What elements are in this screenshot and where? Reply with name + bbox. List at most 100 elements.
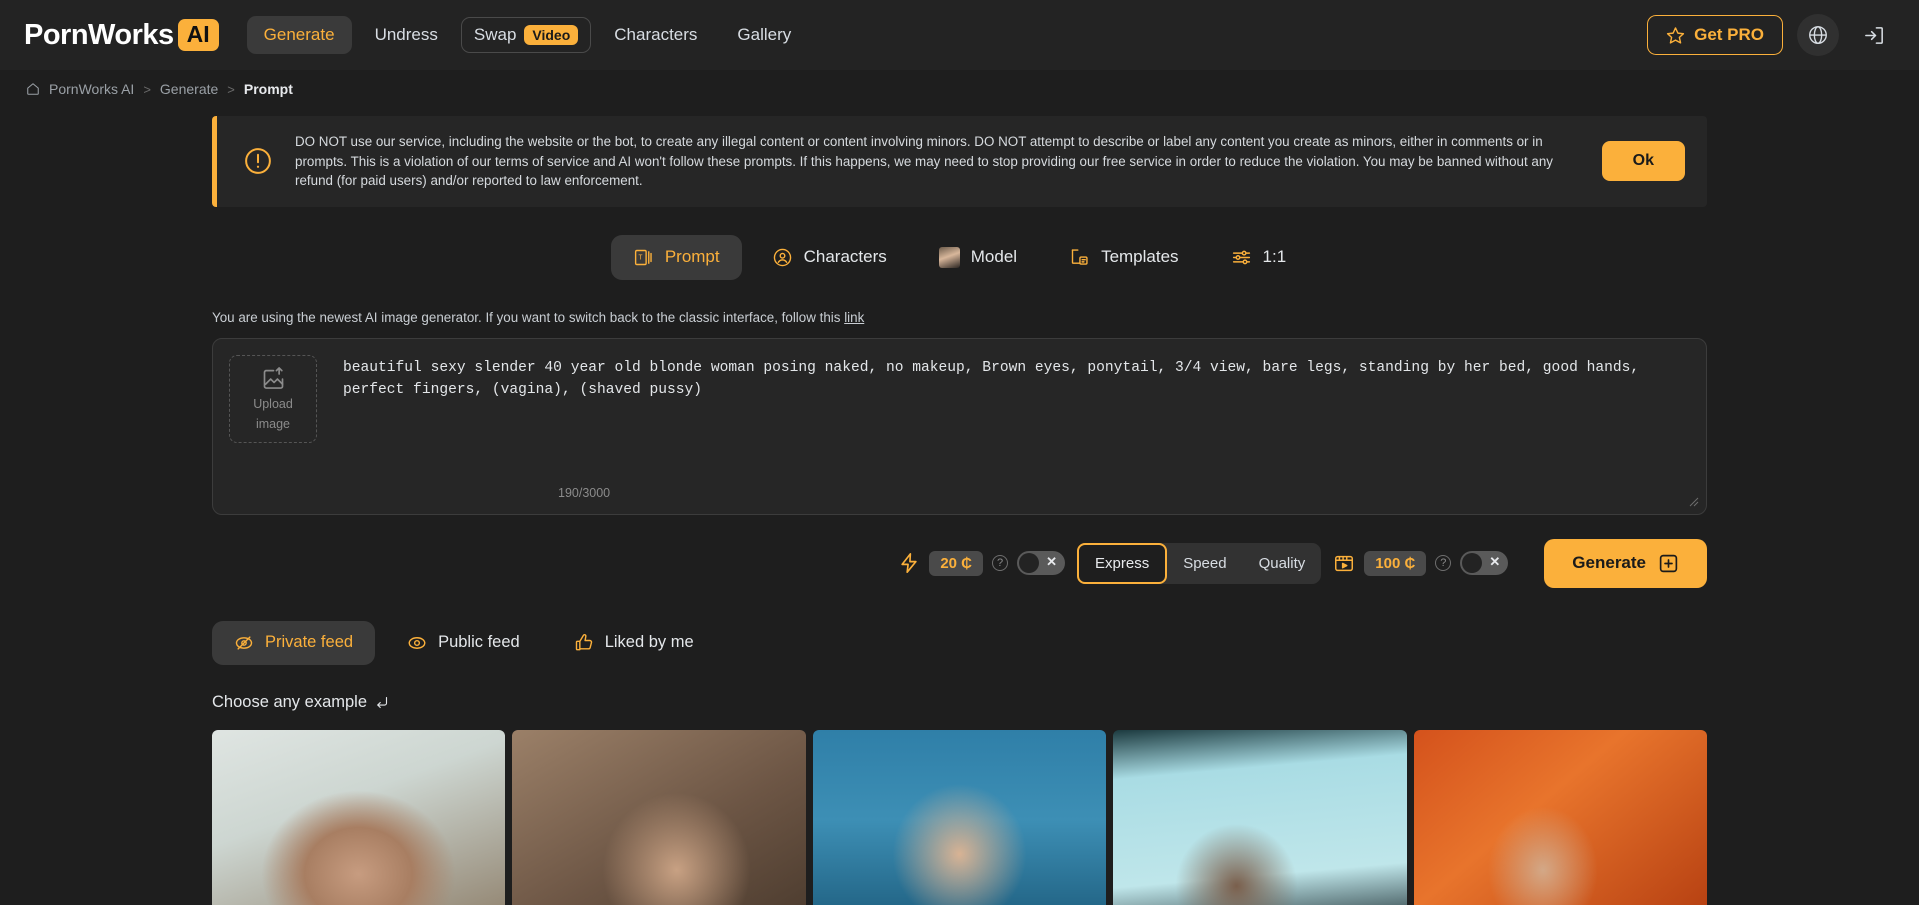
generate-button[interactable]: Generate bbox=[1544, 538, 1707, 588]
video-credit-group: 100 ₵ ? ✕ bbox=[1333, 550, 1509, 576]
quality-mode-quality[interactable]: Quality bbox=[1243, 545, 1322, 582]
prompt-input[interactable]: beautiful sexy slender 40 year old blond… bbox=[343, 355, 1690, 498]
feed-tab-liked[interactable]: Liked by me bbox=[552, 621, 716, 665]
get-pro-label: Get PRO bbox=[1694, 25, 1764, 44]
login-button[interactable] bbox=[1853, 14, 1895, 56]
nav-label-characters: Characters bbox=[614, 25, 698, 44]
tab-characters[interactable]: Characters bbox=[750, 235, 909, 280]
tab-label-templates: Templates bbox=[1101, 247, 1179, 267]
feed-tabs: Private feed Public feed Liked by me bbox=[212, 620, 1707, 665]
warning-ok-button[interactable]: Ok bbox=[1601, 141, 1685, 182]
image-credit-group: 20 ₵ ? ✕ bbox=[898, 550, 1066, 576]
feed-tab-public[interactable]: Public feed bbox=[385, 621, 542, 665]
logo-badge: AI bbox=[177, 19, 219, 51]
feed-tab-private[interactable]: Private feed bbox=[212, 620, 376, 665]
choose-example-label: Choose any example bbox=[212, 692, 368, 711]
tab-prompt[interactable]: T Prompt bbox=[610, 234, 742, 280]
feed-label-private: Private feed bbox=[265, 633, 354, 652]
upload-label-line1: Upload bbox=[253, 396, 293, 411]
warning-banner: DO NOT use our service, including the we… bbox=[212, 116, 1707, 207]
quality-mode-express[interactable]: Express bbox=[1077, 542, 1168, 584]
generate-label: Generate bbox=[1572, 553, 1646, 573]
image-upload-icon bbox=[260, 365, 287, 392]
example-thumbnail-2[interactable] bbox=[512, 729, 806, 905]
breadcrumb-item-prompt: Prompt bbox=[243, 81, 293, 97]
nav-label-swap: Swap bbox=[473, 25, 517, 44]
svg-text:T: T bbox=[638, 254, 642, 262]
user-circle-icon bbox=[772, 247, 793, 268]
arrow-down-right-icon bbox=[374, 695, 389, 710]
tab-model[interactable]: Model bbox=[917, 235, 1039, 280]
character-counter: 190/3000 bbox=[558, 485, 611, 500]
breadcrumb-item-home[interactable]: PornWorks AI bbox=[49, 81, 134, 97]
choose-example-heading: Choose any example bbox=[212, 693, 1707, 712]
nav-item-gallery[interactable]: Gallery bbox=[720, 16, 808, 54]
feed-label-public: Public feed bbox=[438, 633, 520, 652]
image-credit-cost: 20 ₵ bbox=[929, 550, 984, 576]
toggle-knob bbox=[1462, 553, 1483, 574]
main-nav: Generate Undress Swap Video Characters G… bbox=[246, 16, 809, 54]
toggle-off-mark: ✕ bbox=[1046, 554, 1058, 570]
quality-mode-selector: Express Speed Quality bbox=[1077, 542, 1322, 584]
nav-label-gallery: Gallery bbox=[737, 25, 792, 44]
tab-aspect-ratio[interactable]: 1:1 bbox=[1209, 235, 1309, 280]
eye-off-icon bbox=[234, 633, 254, 653]
tab-label-model: Model bbox=[970, 247, 1018, 267]
example-thumbnail-5[interactable] bbox=[1413, 729, 1708, 905]
video-credit-help-icon[interactable]: ? bbox=[1435, 555, 1452, 572]
logo-text: PornWorks bbox=[24, 18, 174, 51]
nav-label-undress: Undress bbox=[374, 25, 438, 44]
prompt-box: Upload image beautiful sexy slender 40 y… bbox=[212, 337, 1707, 515]
toggle-knob bbox=[1019, 553, 1040, 574]
alert-circle-icon bbox=[243, 146, 273, 176]
image-credit-help-icon[interactable]: ? bbox=[992, 555, 1009, 572]
tab-label-characters: Characters bbox=[803, 247, 887, 267]
tab-label-aspect-ratio: 1:1 bbox=[1262, 247, 1287, 267]
video-credit-cost: 100 ₵ bbox=[1364, 550, 1427, 576]
get-pro-button[interactable]: Get PRO bbox=[1647, 15, 1783, 55]
notice-text: You are using the newest AI image genera… bbox=[212, 309, 845, 325]
example-thumbnail-3[interactable] bbox=[812, 729, 1107, 905]
model-thumbnail-icon bbox=[938, 246, 960, 268]
nav-chip-video: Video bbox=[524, 25, 579, 45]
app-header: PornWorks AI Generate Undress Swap Video… bbox=[0, 0, 1919, 70]
classic-interface-link[interactable]: link bbox=[844, 310, 864, 325]
video-credit-toggle[interactable]: ✕ bbox=[1460, 551, 1509, 576]
breadcrumb: PornWorks AI > Generate > Prompt bbox=[0, 70, 1919, 108]
feed-label-liked: Liked by me bbox=[604, 633, 694, 652]
language-button[interactable] bbox=[1797, 14, 1839, 56]
login-icon bbox=[1863, 24, 1886, 47]
app-logo[interactable]: PornWorks AI bbox=[24, 19, 219, 52]
mode-tabs: T Prompt Characters Model Templates 1:1 bbox=[212, 234, 1707, 280]
example-thumbnail-1[interactable] bbox=[212, 729, 506, 905]
lightning-icon bbox=[898, 552, 920, 574]
eye-icon bbox=[407, 633, 427, 653]
nav-label-generate: Generate bbox=[263, 25, 335, 44]
toggle-off-mark: ✕ bbox=[1489, 554, 1501, 570]
tab-label-prompt: Prompt bbox=[664, 247, 720, 267]
image-credit-toggle[interactable]: ✕ bbox=[1017, 551, 1066, 576]
page-content: DO NOT use our service, including the we… bbox=[0, 116, 1919, 905]
globe-icon bbox=[1807, 24, 1829, 46]
example-gallery bbox=[212, 729, 1708, 905]
nav-item-generate[interactable]: Generate bbox=[246, 16, 352, 54]
prompt-icon: T bbox=[633, 247, 654, 268]
nav-item-undress[interactable]: Undress bbox=[358, 16, 455, 54]
textarea-resize-handle[interactable] bbox=[1687, 495, 1699, 507]
breadcrumb-separator: > bbox=[227, 81, 235, 97]
video-icon bbox=[1333, 552, 1355, 574]
plus-box-icon bbox=[1658, 553, 1679, 574]
tab-templates[interactable]: Templates bbox=[1047, 235, 1200, 280]
header-actions: Get PRO bbox=[1647, 0, 1895, 70]
templates-icon bbox=[1069, 247, 1090, 268]
classic-interface-notice: You are using the newest AI image genera… bbox=[212, 310, 1707, 325]
nav-item-swap[interactable]: Swap Video bbox=[460, 17, 592, 53]
generation-controls: 20 ₵ ? ✕ Express Speed Quality 100 ₵ ? ✕… bbox=[212, 538, 1707, 588]
home-icon[interactable] bbox=[26, 82, 40, 96]
example-thumbnail-4[interactable] bbox=[1113, 729, 1407, 905]
upload-image-button[interactable]: Upload image bbox=[229, 354, 317, 443]
quality-mode-speed[interactable]: Speed bbox=[1167, 545, 1242, 582]
sliders-icon bbox=[1231, 247, 1252, 268]
nav-item-characters[interactable]: Characters bbox=[597, 16, 714, 54]
breadcrumb-item-generate[interactable]: Generate bbox=[160, 81, 218, 97]
